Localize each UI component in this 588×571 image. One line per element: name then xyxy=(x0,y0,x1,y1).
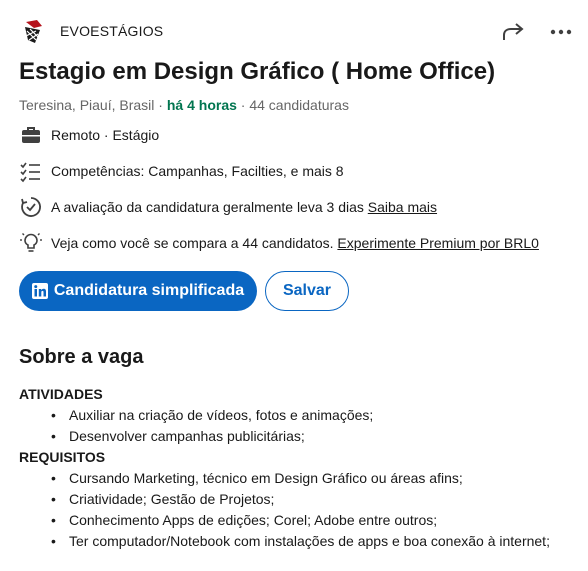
job-location: Teresina, Piauí, Brasil xyxy=(19,97,155,113)
linkedin-icon xyxy=(31,283,48,299)
skills-row[interactable]: Competências: Campanhas, Facilties, e ma… xyxy=(19,159,344,183)
list-item: Desenvolver campanhas publicitárias; xyxy=(51,426,373,447)
company-logo[interactable] xyxy=(20,18,46,44)
workplace-row: Remoto · Estágio xyxy=(19,123,159,147)
posted-time: há 4 horas xyxy=(166,97,237,113)
list-item: Criatividade; Gestão de Projetos; xyxy=(51,489,550,510)
workplace-text: Remoto · Estágio xyxy=(51,127,160,143)
job-meta: Teresina, Piauí, Brasil · há 4 horas · 4… xyxy=(19,97,349,113)
clock-check-icon xyxy=(21,197,41,217)
list-item: Auxiliar na criação de vídeos, fotos e a… xyxy=(51,405,373,426)
about-section-title: Sobre a vaga xyxy=(19,346,144,368)
easy-apply-button[interactable]: Candidatura simplificada xyxy=(19,271,257,311)
compare-text: Veja como você se compara a 44 candidato… xyxy=(51,235,338,251)
review-text: A avaliação da candidatura geralmente le… xyxy=(51,199,368,215)
more-dots-icon[interactable] xyxy=(548,20,574,44)
easy-apply-label: Candidatura simplificada xyxy=(53,282,245,299)
requirements-heading: REQUISITOS xyxy=(19,449,106,465)
list-item: Cursando Marketing, técnico em Design Gr… xyxy=(51,468,550,489)
save-label: Salvar xyxy=(282,282,332,299)
requirements-list: Cursando Marketing, técnico em Design Gr… xyxy=(19,468,550,552)
list-item: Ter computador/Notebook com instalações … xyxy=(51,531,550,552)
skills-text: Competências: Campanhas, Facilties, e ma… xyxy=(51,163,344,179)
save-button[interactable]: Salvar xyxy=(265,271,349,311)
lightbulb-icon xyxy=(20,233,42,252)
meta-separator: · xyxy=(154,97,167,113)
activities-heading: ATIVIDADES xyxy=(19,386,103,402)
checklist-icon xyxy=(20,162,40,183)
job-title: Estagio em Design Gráfico ( Home Office) xyxy=(19,58,496,85)
learn-more-link[interactable]: Saiba mais xyxy=(368,199,437,215)
company-header: EVOESTÁGIOS xyxy=(20,18,580,46)
briefcase-icon xyxy=(22,127,40,143)
meta-separator: · xyxy=(236,97,250,113)
activities-list: Auxiliar na criação de vídeos, fotos e a… xyxy=(19,405,373,447)
list-item: Conhecimento Apps de edições; Corel; Ado… xyxy=(51,510,550,531)
compare-row: Veja como você se compara a 44 candidato… xyxy=(19,231,539,255)
review-row: A avaliação da candidatura geralmente le… xyxy=(19,195,437,219)
applicant-count: 44 candidaturas xyxy=(249,97,349,113)
company-name[interactable]: EVOESTÁGIOS xyxy=(60,23,163,39)
share-arrow-icon[interactable] xyxy=(500,20,526,44)
premium-link[interactable]: Experimente Premium por BRL0 xyxy=(337,235,539,251)
